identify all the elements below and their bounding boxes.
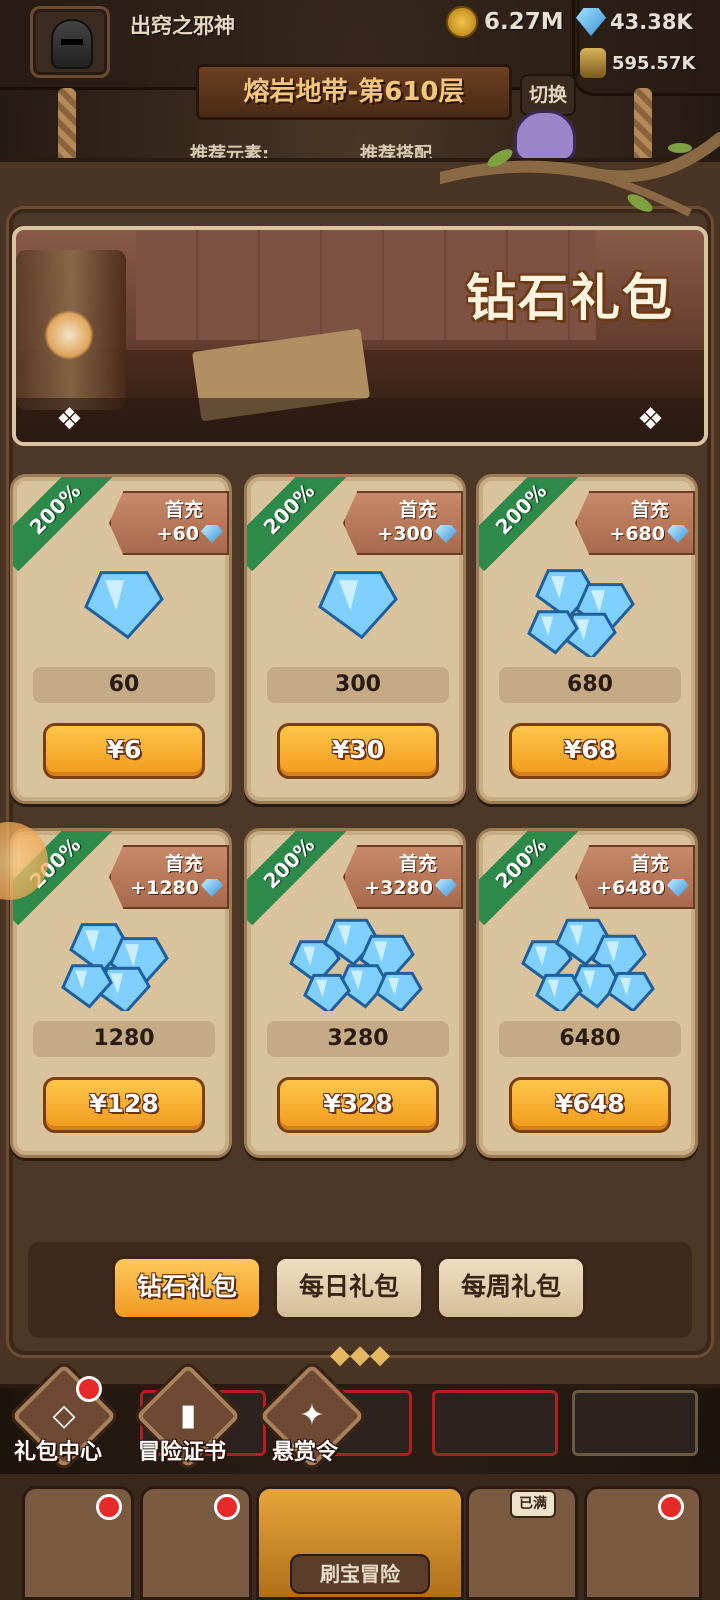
diamond-pack-banner: 钻石礼包 ❖ ❖ — [12, 226, 708, 446]
notification-dot — [76, 1376, 102, 1402]
gem-value: 43.38K — [610, 10, 693, 34]
first-charge-label: 首充 — [164, 499, 203, 521]
diamond-pile-icon — [527, 569, 635, 657]
buy-button[interactable]: ¥30 — [277, 723, 439, 779]
diamond-icon — [303, 973, 351, 1011]
first-charge-bonus: +6480 — [596, 877, 665, 899]
bounty-icon: ✦ — [299, 1398, 325, 1433]
buy-button[interactable]: ¥6 — [43, 723, 205, 779]
notification-dot — [214, 1494, 240, 1520]
character-card[interactable] — [432, 1390, 558, 1456]
buy-button[interactable]: ¥328 — [277, 1077, 439, 1133]
first-charge-label: 首充 — [630, 853, 669, 875]
diamond-icon — [535, 973, 583, 1011]
diamond-icon — [375, 971, 423, 1011]
diamond-pile-icon — [61, 923, 169, 1011]
gem-amount: 3280 — [267, 1021, 449, 1057]
first-charge-label: 首充 — [164, 853, 203, 875]
first-charge-bonus: +60 — [156, 523, 199, 545]
first-charge-label: 首充 — [630, 499, 669, 521]
tab-daily-pack[interactable]: 每日礼包 — [274, 1256, 424, 1320]
first-charge-label: 首充 — [398, 499, 437, 521]
gem-amount: 6480 — [499, 1021, 681, 1057]
nav-forge-button[interactable] — [584, 1486, 702, 1600]
gem-amount: 680 — [499, 667, 681, 703]
ornament-right-icon: ❖ — [637, 402, 664, 437]
coin-counter[interactable]: 6.27M — [446, 6, 564, 38]
bag-counter[interactable]: 595.57K — [580, 48, 695, 78]
diamond-pile-icon — [289, 918, 423, 1011]
rope-left — [58, 88, 76, 168]
branch-decoration — [440, 132, 720, 217]
pack-card[interactable]: 200% 首充 +680 680 ¥68 — [476, 474, 698, 804]
full-badge: 已满 — [510, 1490, 556, 1518]
diamond-icon — [84, 571, 164, 640]
first-charge-bonus: +1280 — [130, 877, 199, 899]
bag-icon — [580, 48, 606, 78]
tab-diamond-pack[interactable]: 钻石礼包 — [112, 1256, 262, 1320]
gem-amount: 1280 — [33, 1021, 215, 1057]
player-avatar[interactable] — [30, 6, 110, 78]
first-charge-bonus: +680 — [609, 523, 665, 545]
collapse-arrows-icon[interactable]: ◆◆◆ — [316, 1340, 404, 1370]
pack-grid: 200% 首充 +60 60 ¥6 200% 首充 +300 300 ¥30 2… — [10, 474, 710, 1174]
diamond-pile-icon — [318, 571, 398, 640]
bounty-label: 悬赏令 — [272, 1440, 339, 1465]
coin-icon — [446, 6, 478, 38]
diamond-icon — [61, 964, 113, 1009]
banner-strip — [16, 398, 704, 442]
first-charge-label: 首充 — [398, 853, 437, 875]
gem-amount: 300 — [267, 667, 449, 703]
helmet-icon — [51, 19, 93, 69]
diamond-icon: ◇ — [52, 1398, 76, 1433]
ornament-left-icon: ❖ — [56, 402, 83, 437]
bag-value: 595.57K — [612, 52, 696, 74]
lantern-icon — [16, 250, 126, 410]
pack-card[interactable]: 200% 首充 +3280 3280 ¥328 — [244, 828, 466, 1158]
buy-button[interactable]: ¥648 — [509, 1077, 671, 1133]
book-icon: ▮ — [179, 1398, 197, 1433]
coin-value: 6.27M — [484, 9, 564, 35]
gem-amount: 60 — [33, 667, 215, 703]
adventure-pass-label: 冒险证书 — [138, 1440, 227, 1465]
diamond-icon — [607, 971, 655, 1011]
pack-card[interactable]: 200% 首充 +6480 6480 ¥648 — [476, 828, 698, 1158]
level-title: 熔岩地带-第610层 — [196, 64, 512, 120]
character-card[interactable] — [572, 1390, 698, 1456]
gem-icon — [576, 8, 606, 36]
tab-weekly-pack[interactable]: 每周礼包 — [436, 1256, 586, 1320]
diamond-pile-icon — [521, 918, 655, 1011]
gift-center-label: 礼包中心 — [14, 1440, 103, 1465]
diamond-icon — [318, 571, 398, 640]
banner-title: 钻石礼包 — [466, 269, 674, 327]
player-name: 出窍之邪神 — [130, 14, 235, 38]
gem-counter[interactable]: 43.38K — [576, 8, 693, 36]
buy-button[interactable]: ¥68 — [509, 723, 671, 779]
buy-button[interactable]: ¥128 — [43, 1077, 205, 1133]
notification-dot — [658, 1494, 684, 1520]
diamond-pile-icon — [84, 571, 164, 640]
notification-dot — [96, 1494, 122, 1520]
first-charge-bonus: +300 — [377, 523, 433, 545]
first-charge-bonus: +3280 — [364, 877, 433, 899]
game-screen: 出窍之邪神 6.27M 43.38K 595.57K 熔岩地带-第610层 切换… — [0, 0, 720, 1600]
pack-card[interactable]: 200% 首充 +300 300 ¥30 — [244, 474, 466, 804]
nav-adventure-label: 刷宝冒险 — [290, 1554, 430, 1594]
diamond-icon — [527, 610, 579, 655]
pack-card[interactable]: 200% 首充 +60 60 ¥6 — [10, 474, 232, 804]
